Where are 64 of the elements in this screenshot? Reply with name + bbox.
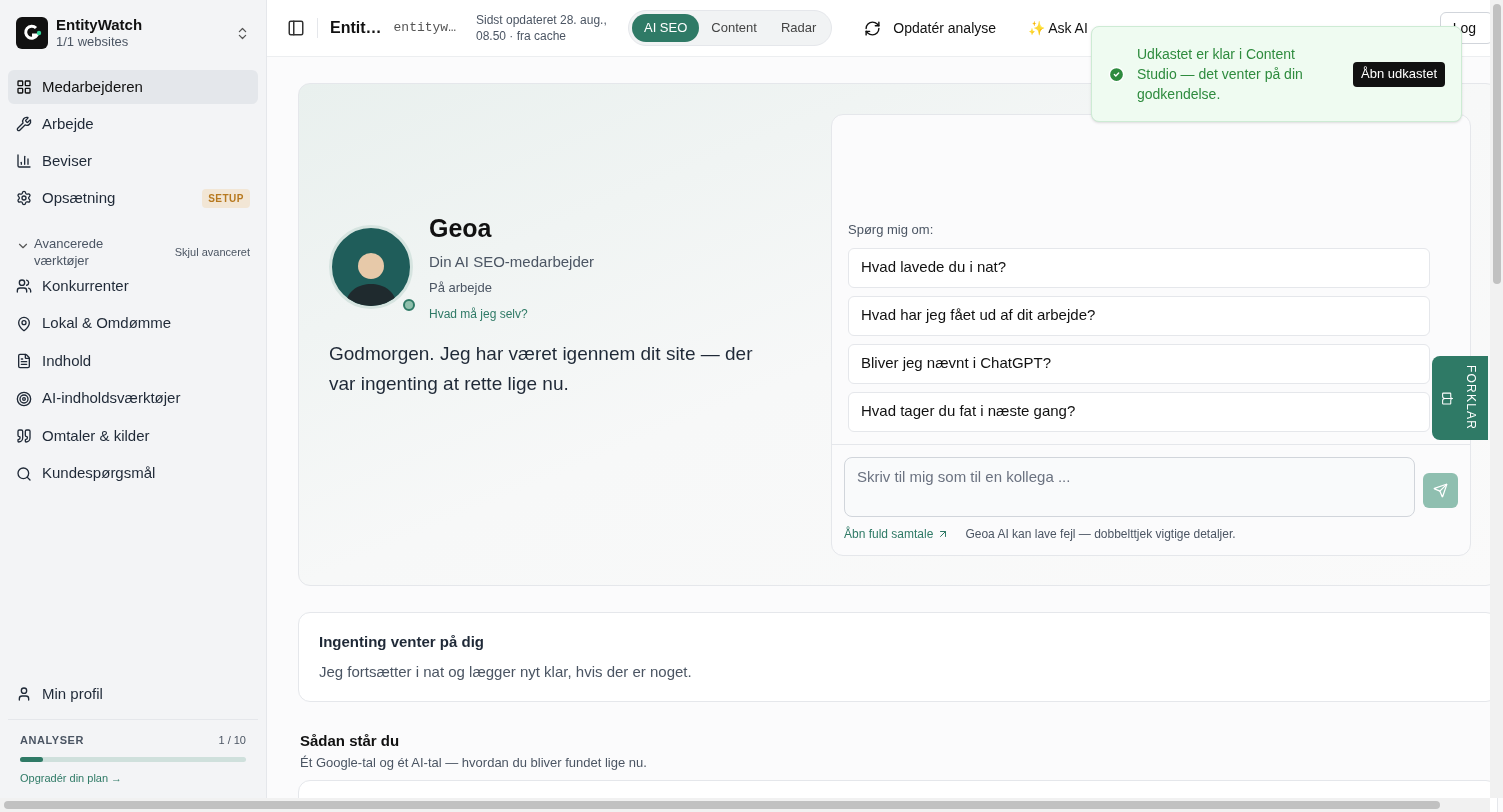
nav-icon	[16, 116, 32, 132]
usage-label: ANALYSER	[20, 733, 84, 748]
nav-icon	[16, 428, 32, 444]
nav-item[interactable]: Opsætning SETUP	[8, 181, 258, 215]
nav-icon	[16, 190, 32, 206]
nav-item[interactable]: Lokal & Omdømme	[8, 306, 258, 341]
nav-item[interactable]: Medarbejderen	[8, 70, 258, 104]
message-input[interactable]: Skriv til mig som til en kollega ...	[844, 456, 1415, 517]
nav-icon	[16, 686, 32, 702]
toast-message: Udkastet er klar i Content Studio — det venter på din godkendelse.	[1137, 45, 1304, 104]
hide-advanced-link[interactable]: Skjul avanceret	[174, 243, 250, 261]
suggestion-button[interactable]: Hvad har jeg fået ud af dit arbejde?	[848, 295, 1430, 336]
nav-icon	[16, 353, 32, 369]
assistant-name: Geoa	[429, 212, 493, 244]
disclaimer-text: Geoa AI kan lave fejl — dobbelttjek vigtige detaljer.	[965, 525, 1236, 543]
full-conversation-link[interactable]: Åbn fuld samtale	[844, 524, 950, 543]
nav-icon	[16, 278, 32, 294]
explain-side-tab[interactable]: FORKLAR	[1432, 356, 1488, 440]
suggestion-button[interactable]: Hvad lavede du i nat?	[848, 247, 1430, 288]
nav-icon	[16, 79, 32, 95]
setup-badge: SETUP	[202, 188, 250, 208]
nav-item[interactable]: AI-indholdsværktøjer	[8, 381, 258, 416]
permissions-link[interactable]: Hvad må jeg selv?	[429, 305, 595, 324]
logo-icon	[16, 17, 48, 49]
suggestion-button[interactable]: Hvad tager du fat i næste gang?	[848, 391, 1430, 432]
prompt-label: Spørg mig om:	[848, 221, 935, 239]
nav-icon	[16, 465, 32, 482]
nav-icon	[16, 153, 32, 169]
success-icon	[1108, 65, 1125, 83]
nav-icon	[16, 390, 32, 407]
refresh-button[interactable]: Opdatér analyse	[852, 17, 1009, 39]
usage-count: 1 / 10	[218, 733, 246, 748]
mode-tab[interactable]: Radar	[768, 14, 829, 42]
site-domain: entityw…	[393, 19, 456, 38]
nav-item[interactable]: Kundespørgsmål	[8, 456, 258, 491]
send-icon	[1433, 483, 1448, 498]
sidebar-toggle-icon[interactable]	[287, 19, 305, 37]
upgrade-link[interactable]: Opgradér din plan →	[20, 769, 246, 786]
nav-icon	[16, 315, 32, 332]
open-draft-button[interactable]: Åbn udkastet	[1353, 61, 1445, 87]
book-icon	[1440, 391, 1454, 405]
ask-ai-button[interactable]: ✨ Ask AI	[1020, 17, 1096, 39]
advanced-toggle[interactable]: Avancerede værktøjer	[16, 235, 175, 269]
mode-tab[interactable]: AI SEO	[631, 14, 700, 42]
updated-text: Sidst opdateret 28. aug., 08.50 · fra cache	[475, 12, 608, 44]
greeting-text: Godmorgen. Jeg har været igennem dit site — der var ingenting at rette lige nu.	[329, 342, 754, 397]
nav-item[interactable]: Arbejde	[8, 107, 258, 141]
assistant-status: På arbejde	[429, 278, 493, 297]
brand-subtitle: 1/1 websites	[56, 34, 130, 51]
nav-item[interactable]: Min profil	[8, 677, 258, 711]
suggestion-button[interactable]: Bliver jeg nævnt i ChatGPT?	[848, 343, 1430, 384]
refresh-icon	[864, 19, 882, 37]
pending-title: Ingenting venter på dig	[319, 631, 485, 652]
brand-name: EntityWatch	[56, 15, 144, 35]
standing-subtitle: Ét Google-tal og ét AI-tal — hvordan du bliver fundet lige nu.	[300, 753, 648, 772]
pending-text: Jeg fortsætter i nat og lægger nyt klar, hvis der er noget.	[319, 662, 693, 682]
site-name: Entit…	[330, 18, 382, 38]
nav-item[interactable]: Konkurrenter	[8, 269, 258, 303]
nav-item[interactable]: Beviser	[8, 144, 258, 178]
nav-item[interactable]: Indhold	[8, 344, 258, 378]
standing-title: Sådan står du	[300, 731, 401, 751]
assistant-role: Din AI SEO-medarbejder	[429, 252, 595, 273]
nav-item[interactable]: Omtaler & kilder	[8, 419, 258, 453]
mode-tab[interactable]: Content	[699, 14, 769, 42]
